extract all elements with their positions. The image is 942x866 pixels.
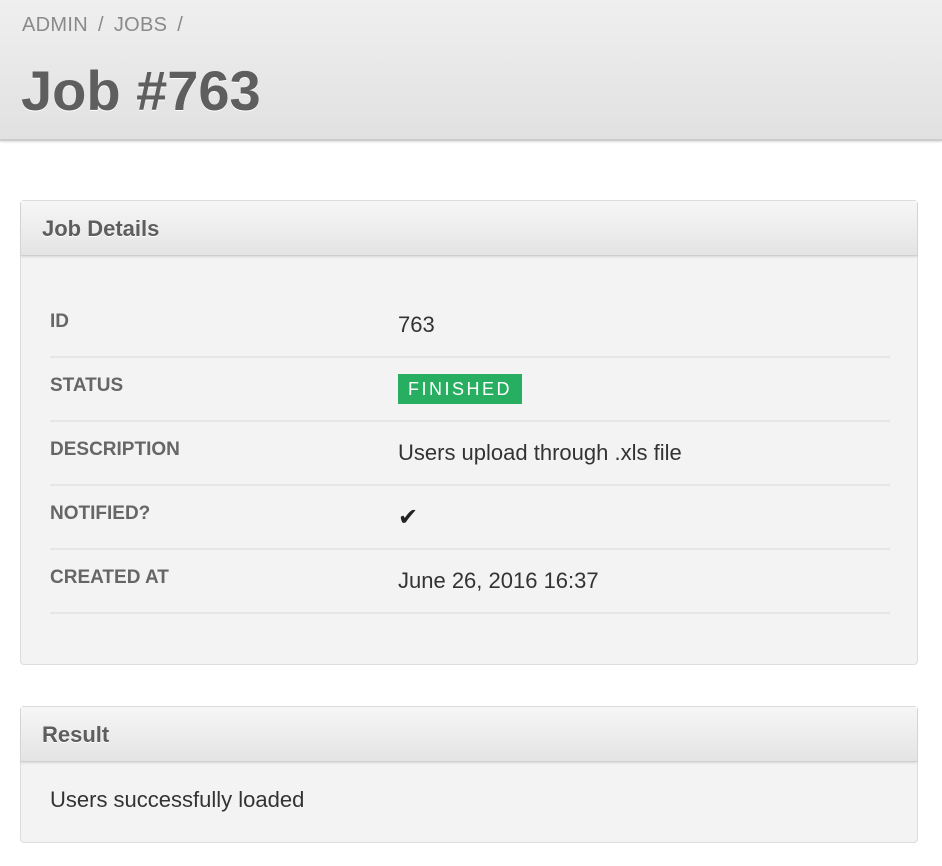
attributes-table: ID 763 STATUS FINISHED DESCRIPTION Users…: [50, 293, 890, 614]
page-title: Job #763: [21, 59, 261, 122]
panel-header: Job Details: [21, 201, 917, 256]
row-label-notified: NOTIFIED?: [50, 503, 151, 524]
table-row: NOTIFIED? ✔: [50, 485, 890, 549]
row-label-created-at: CREATED AT: [50, 567, 169, 588]
row-value-id: 763: [398, 311, 435, 337]
result-panel: Result Users successfully loaded: [20, 706, 918, 843]
row-label-status: STATUS: [50, 375, 124, 396]
row-value-status: FINISHED: [398, 357, 890, 421]
panel-title: Result: [42, 722, 110, 747]
status-badge: FINISHED: [398, 374, 523, 404]
result-text: Users successfully loaded: [50, 787, 305, 812]
table-row: DESCRIPTION Users upload through .xls fi…: [50, 421, 890, 485]
breadcrumb: ADMIN / JOBS /: [22, 14, 193, 37]
checkmark-icon: ✔: [398, 503, 419, 531]
row-label-description: DESCRIPTION: [50, 439, 180, 460]
row-label-id: ID: [50, 310, 69, 332]
table-row: CREATED AT June 26, 2016 16:37: [50, 549, 890, 613]
title-bar: ADMIN / JOBS / Job #763: [0, 0, 942, 141]
row-value-notified: ✔: [398, 485, 890, 549]
breadcrumb-admin-link[interactable]: ADMIN: [22, 14, 88, 36]
row-value-description: Users upload through .xls file: [398, 440, 682, 465]
row-value-created-at: June 26, 2016 16:37: [398, 568, 599, 593]
breadcrumb-separator: /: [97, 14, 104, 36]
panel-header: Result: [21, 707, 917, 762]
job-details-panel: Job Details ID 763 STATUS FINISHED DESCR…: [20, 200, 918, 665]
breadcrumb-separator: /: [177, 14, 184, 36]
panel-title: Job Details: [42, 216, 160, 241]
breadcrumb-jobs-link[interactable]: JOBS: [114, 14, 167, 36]
table-row: ID 763: [50, 293, 890, 357]
table-row: STATUS FINISHED: [50, 357, 890, 421]
